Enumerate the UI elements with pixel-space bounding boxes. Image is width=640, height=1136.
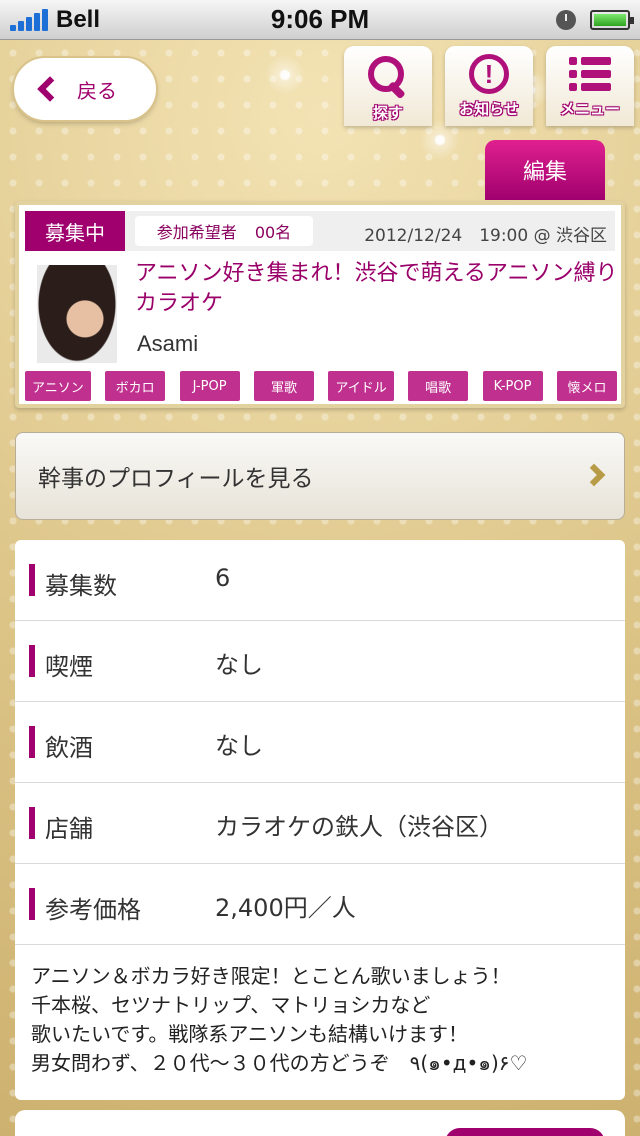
status-right: [556, 9, 634, 30]
detail-value: カラオケの鉄人（渋谷区）: [215, 813, 503, 841]
genre-tag: J-POP: [179, 371, 240, 401]
genre-tag: 懐メロ: [556, 371, 617, 401]
back-button-label: 戻る: [77, 78, 117, 103]
detail-row-smoking: 喫煙 なし: [15, 621, 625, 702]
genre-tag: 唱歌: [408, 371, 469, 401]
detail-row-venue: 店舗 カラオケの鉄人（渋谷区）: [15, 783, 625, 864]
genre-tag: アイドル: [328, 371, 394, 401]
row-marker: [29, 807, 35, 839]
back-button[interactable]: 戻る: [14, 58, 156, 120]
genre-tags: アニソン ボカロ J-POP 軍歌 アイドル 唱歌 K-POP 懐メロ: [25, 371, 617, 401]
sparkle-decoration: [255, 45, 315, 105]
status-badge: 募集中: [25, 211, 125, 251]
carrier-name: Bell: [56, 5, 101, 33]
detail-value: なし: [215, 732, 263, 760]
notice-button-label: お知らせ: [459, 100, 519, 118]
menu-button[interactable]: メニュー: [546, 46, 634, 126]
chevron-right-icon: [582, 463, 606, 487]
applicants-badge: 参加希望者 00名: [135, 216, 313, 246]
event-description: アニソン＆ボカラ好き限定！とことん歌いましょう！ 千本桜、セツナトリップ、マトリ…: [31, 964, 528, 1075]
host-profile-label: 幹事のプロフィールを見る: [38, 466, 314, 492]
row-marker: [29, 645, 35, 677]
genre-tag: 軍歌: [253, 371, 314, 401]
search-icon: [366, 54, 410, 98]
edit-tab[interactable]: 編集: [485, 140, 605, 200]
detail-value: なし: [215, 651, 263, 679]
detail-label: 募集数: [45, 572, 117, 600]
exclamation-icon: !: [469, 54, 509, 94]
battery-icon: [590, 9, 634, 30]
row-marker: [29, 564, 35, 596]
detail-value: 2,400円／人: [215, 894, 356, 922]
genre-tag: ボカロ: [105, 371, 166, 401]
detail-row-drinking: 飲酒 なし: [15, 702, 625, 783]
genre-tag: アニソン: [25, 371, 91, 401]
chevron-left-icon: [37, 76, 63, 102]
host-avatar: [37, 265, 117, 363]
detail-row-price: 参考価格 2,400円／人: [15, 864, 625, 945]
event-details: 募集数 6 喫煙 なし 飲酒 なし 店舗 カラオケの鉄人（渋谷区） 参考価格 2…: [15, 540, 625, 1100]
signal-icon: [10, 8, 48, 31]
detail-label: 店舗: [45, 815, 93, 843]
detail-label: 喫煙: [45, 653, 93, 681]
carrier-group: Bell: [10, 6, 100, 34]
applicants-label: 参加希望者: [156, 223, 237, 242]
event-title: アニソン好き集まれ！渋谷で萌えるアニソン縛りカラオケ: [135, 261, 618, 316]
host-name: Asami: [137, 331, 199, 356]
applicants-count: 00名: [254, 223, 292, 242]
genre-tag: K-POP: [482, 371, 543, 401]
menu-button-label: メニュー: [559, 100, 620, 118]
event-card: 募集中 参加希望者 00名 2012/12/24 19:00 @ 渋谷区 アニソ…: [15, 201, 625, 408]
row-marker: [29, 726, 35, 758]
menu-list-icon: [569, 54, 611, 94]
search-button[interactable]: 探す: [344, 46, 432, 126]
detail-row-capacity: 募集数 6: [15, 540, 625, 621]
event-datetime: 2012/12/24 19:00 @ 渋谷区: [364, 226, 607, 246]
row-marker: [29, 888, 35, 920]
notice-button[interactable]: ! お知らせ: [445, 46, 533, 126]
detail-label: 飲酒: [45, 734, 93, 762]
status-bar: Bell 9:06 PM: [0, 0, 640, 40]
next-section-button[interactable]: [445, 1128, 605, 1136]
detail-label: 参考価格: [45, 896, 141, 924]
host-profile-button[interactable]: 幹事のプロフィールを見る: [15, 432, 625, 520]
detail-value: 6: [215, 564, 231, 592]
clock-icon: [556, 9, 576, 30]
search-button-label: 探す: [372, 104, 403, 122]
